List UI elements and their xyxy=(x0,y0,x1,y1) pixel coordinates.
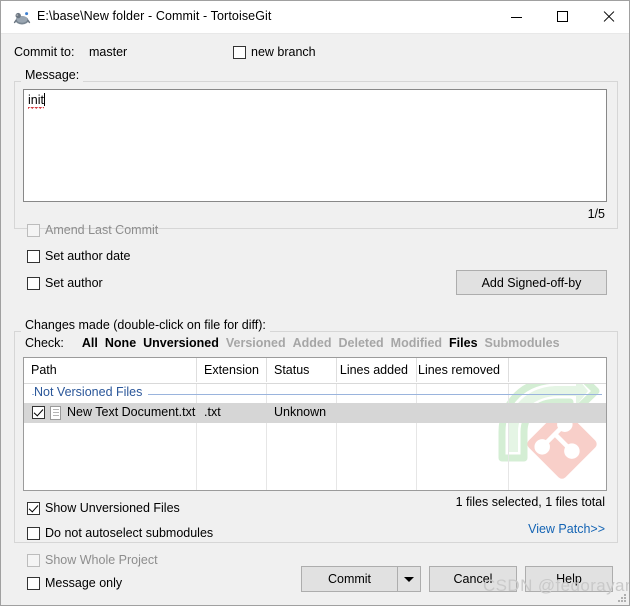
column-header-status[interactable]: Status xyxy=(267,358,337,382)
amend-last-commit-checkbox xyxy=(27,224,40,237)
commit-label-pre: C xyxy=(327,572,337,586)
spellcheck-word: init xyxy=(28,93,44,110)
check-label: Check: xyxy=(25,336,64,350)
check-link-files[interactable]: Files xyxy=(449,336,478,350)
check-link-unversioned[interactable]: Unversioned xyxy=(143,336,219,350)
check-links-row: Check: All None Unversioned Versioned Added De… xyxy=(25,336,567,350)
new-branch-label[interactable]: new branch xyxy=(251,45,316,59)
changed-files-list[interactable]: Path Extension Status Lines added Lines … xyxy=(23,357,607,491)
column-header-path[interactable]: Path xyxy=(24,358,197,382)
check-link-none[interactable]: None xyxy=(105,336,136,350)
commit-dropdown-button[interactable] xyxy=(397,567,420,591)
commit-label-post: mmit xyxy=(343,572,372,586)
add-signed-off-by-button[interactable]: Add Signed-off-by xyxy=(456,270,607,295)
commit-to-label: Commit to: xyxy=(14,45,75,59)
set-author-checkbox[interactable] xyxy=(27,277,40,290)
text-caret xyxy=(43,93,45,106)
message-group-title: Message: xyxy=(21,68,84,82)
message-only-checkbox[interactable] xyxy=(27,577,40,590)
commit-message-input[interactable]: init xyxy=(23,89,607,202)
amend-last-commit-label: Amend Last Commit xyxy=(45,223,159,237)
help-button[interactable]: Help xyxy=(525,566,613,592)
maximize-icon xyxy=(556,11,568,22)
table-row[interactable]: New Text Document.txt .txt Unknown xyxy=(24,403,606,423)
check-link-all[interactable]: All xyxy=(82,336,98,350)
show-whole-project-checkbox xyxy=(27,554,40,567)
maximize-button[interactable] xyxy=(539,1,585,32)
show-unversioned-files-checkbox[interactable] xyxy=(27,502,40,515)
cell-status: Unknown xyxy=(274,405,327,419)
check-link-modified: Modified xyxy=(390,336,443,350)
set-author-date-checkbox[interactable] xyxy=(27,250,40,263)
set-author-date-label[interactable]: Set author date xyxy=(45,249,130,263)
document-icon xyxy=(50,406,61,420)
commit-button[interactable]: Co mmit xyxy=(301,566,421,592)
show-whole-project-label: Show Whole Project xyxy=(45,553,158,567)
commit-message-text: init xyxy=(28,93,45,110)
commit-to-branch: master xyxy=(89,45,128,59)
column-header-lines-removed[interactable]: Lines removed xyxy=(417,358,509,382)
close-button[interactable] xyxy=(585,1,629,32)
column-header-extension[interactable]: Extension xyxy=(197,358,267,382)
resize-grip[interactable] xyxy=(614,590,626,602)
row-checkbox[interactable] xyxy=(32,406,45,419)
group-header-label: Not Versioned Files xyxy=(34,385,149,399)
do-not-autoselect-submodules-label[interactable]: Do not autoselect submodules xyxy=(45,526,213,540)
close-icon xyxy=(602,10,615,23)
list-group-header: Not Versioned Files xyxy=(24,383,606,403)
files-summary-text: 1 files selected, 1 files total xyxy=(455,495,605,509)
view-patch-link[interactable]: View Patch>> xyxy=(528,522,605,536)
tortoisegit-icon xyxy=(13,9,31,27)
message-only-label[interactable]: Message only xyxy=(45,576,122,590)
minimize-icon xyxy=(510,16,522,18)
new-branch-checkbox[interactable] xyxy=(233,46,246,59)
show-unversioned-files-label[interactable]: Show Unversioned Files xyxy=(45,501,180,515)
check-link-added: Added xyxy=(292,336,332,350)
message-counter: 1/5 xyxy=(587,207,605,221)
check-link-versioned: Versioned xyxy=(225,336,286,350)
check-link-deleted: Deleted xyxy=(338,336,384,350)
cell-path: New Text Document.txt xyxy=(67,405,196,419)
cell-extension: .txt xyxy=(204,405,221,419)
changes-made-group-title: Changes made (double-click on file for d… xyxy=(21,318,270,332)
minimize-button[interactable] xyxy=(493,1,539,32)
chevron-down-icon xyxy=(404,576,414,582)
commit-label-accel: o xyxy=(337,572,344,586)
column-header-lines-added[interactable]: Lines added xyxy=(337,358,417,382)
window-title: E:\base\New folder - Commit - TortoiseGi… xyxy=(37,9,272,23)
cancel-button[interactable]: Cancel xyxy=(429,566,517,592)
titlebar: E:\base\New folder - Commit - TortoiseGi… xyxy=(1,1,629,34)
do-not-autoselect-submodules-checkbox[interactable] xyxy=(27,527,40,540)
list-header-row: Path Extension Status Lines added Lines … xyxy=(24,358,606,384)
commit-button-label[interactable]: Co mmit xyxy=(302,567,397,591)
set-author-label[interactable]: Set author xyxy=(45,276,103,290)
check-link-submodules: Submodules xyxy=(484,336,560,350)
column-header-spacer xyxy=(509,358,606,382)
commit-dialog-window: E:\base\New folder - Commit - TortoiseGi… xyxy=(0,0,630,606)
